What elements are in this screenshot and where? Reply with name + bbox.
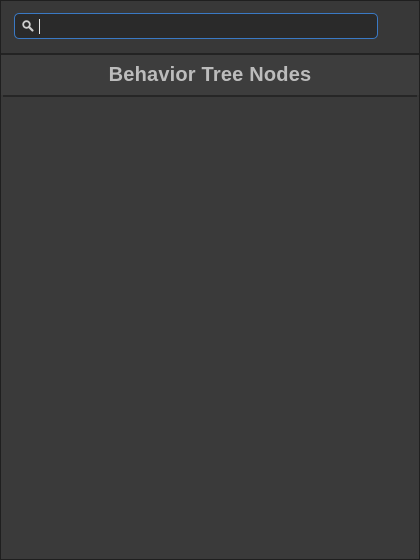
list-header: Behavior Tree Nodes <box>1 55 419 95</box>
search-icon <box>21 19 35 33</box>
search-input[interactable] <box>39 16 369 36</box>
search-field[interactable] <box>14 13 378 39</box>
search-toolbar <box>1 1 419 53</box>
page-title: Behavior Tree Nodes <box>108 63 312 86</box>
node-search-window: Behavior Tree Nodes <box>0 0 420 560</box>
node-list[interactable] <box>1 97 419 559</box>
text-caret <box>39 19 40 34</box>
